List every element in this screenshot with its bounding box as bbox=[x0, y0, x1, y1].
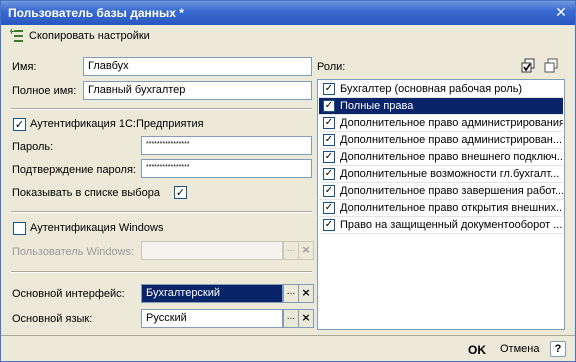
role-item[interactable]: ✓ Дополнительные возможности гл.бухгалт.… bbox=[319, 166, 563, 183]
ok-button[interactable]: OK bbox=[468, 343, 486, 357]
confirm-password-field[interactable]: **************** bbox=[141, 159, 312, 178]
name-label: Имя: bbox=[12, 61, 37, 73]
auth-windows-checkbox[interactable]: ✓ bbox=[13, 222, 26, 235]
role-checkbox[interactable]: ✓ bbox=[323, 134, 335, 146]
role-item[interactable]: ✓ Дополнительное право завершения работ.… bbox=[319, 183, 563, 200]
close-icon[interactable]: ✕ bbox=[553, 5, 569, 21]
separator bbox=[11, 211, 312, 213]
role-label: Дополнительное право внешнего подключ... bbox=[340, 151, 563, 163]
user-dialog: Пользователь базы данных * ✕ Скопировать… bbox=[0, 0, 576, 362]
language-select-button[interactable]: ... bbox=[283, 309, 299, 328]
role-checkbox[interactable]: ✓ bbox=[323, 219, 335, 231]
copy-settings-icon bbox=[10, 29, 23, 42]
interface-field[interactable]: Бухгалтерский bbox=[141, 284, 283, 303]
role-checkbox[interactable]: ✓ bbox=[323, 168, 335, 180]
roles-label: Роли: bbox=[317, 61, 346, 73]
auth-windows-label: Аутентификация Windows bbox=[30, 222, 164, 234]
role-checkbox[interactable]: ✓ bbox=[323, 83, 335, 95]
dialog-footer: OK Отмена ? bbox=[1, 335, 575, 361]
role-checkbox[interactable]: ✓ bbox=[323, 151, 335, 163]
role-item[interactable]: ✓ Дополнительное право открытия внешних.… bbox=[319, 200, 563, 217]
auth1c-label: Аутентификация 1С:Предприятия bbox=[30, 118, 204, 130]
interface-label: Основной интерфейс: bbox=[12, 288, 125, 300]
role-item[interactable]: ✓ Бухгалтер (основная рабочая роль) bbox=[319, 81, 563, 98]
auth1c-checkbox[interactable]: ✓ bbox=[13, 118, 26, 131]
check-all-icon[interactable] bbox=[520, 58, 536, 74]
language-field[interactable]: Русский bbox=[141, 309, 283, 328]
role-label: Дополнительное право администрирован... bbox=[340, 134, 563, 146]
role-checkbox[interactable]: ✓ bbox=[323, 117, 335, 129]
role-label: Право на защищенный документооборот ... bbox=[340, 219, 563, 231]
windows-user-label: Пользователь Windows: bbox=[12, 246, 135, 258]
role-label: Дополнительное право открытия внешних... bbox=[340, 202, 563, 214]
role-label: Дополнительные возможности гл.бухгалт... bbox=[340, 168, 560, 180]
role-label: Дополнительное право завершения работ... bbox=[340, 185, 563, 197]
fullname-field[interactable]: Главный бухгалтер bbox=[83, 81, 312, 100]
password-field[interactable]: **************** bbox=[141, 136, 312, 155]
role-item[interactable]: ✓ Полные права bbox=[319, 98, 563, 115]
windows-user-field bbox=[141, 241, 283, 260]
role-checkbox[interactable]: ✓ bbox=[323, 202, 335, 214]
language-label: Основной язык: bbox=[12, 313, 93, 325]
role-checkbox[interactable]: ✓ bbox=[323, 100, 335, 112]
windows-user-select-button: ... bbox=[283, 241, 299, 260]
show-in-list-label: Показывать в списке выбора bbox=[12, 187, 160, 199]
help-icon[interactable]: ? bbox=[550, 341, 566, 357]
separator bbox=[11, 271, 312, 273]
role-label: Дополнительное право администрирования bbox=[340, 117, 563, 129]
copy-settings-label: Скопировать настройки bbox=[29, 30, 150, 42]
windows-user-clear-button: × bbox=[298, 241, 314, 260]
title-bar[interactable]: Пользователь базы данных * ✕ bbox=[1, 1, 575, 25]
uncheck-all-icon[interactable] bbox=[543, 58, 559, 74]
language-clear-button[interactable]: × bbox=[298, 309, 314, 328]
role-item[interactable]: ✓ Дополнительное право администрирования bbox=[319, 115, 563, 132]
role-label: Бухгалтер (основная рабочая роль) bbox=[340, 83, 523, 95]
role-item[interactable]: ✓ Дополнительное право внешнего подключ.… bbox=[319, 149, 563, 166]
window-title: Пользователь базы данных * bbox=[8, 6, 184, 20]
role-checkbox[interactable]: ✓ bbox=[323, 185, 335, 197]
interface-select-button[interactable]: ... bbox=[283, 284, 299, 303]
roles-list[interactable]: ✓ Бухгалтер (основная рабочая роль) ✓ По… bbox=[317, 79, 565, 330]
cancel-button[interactable]: Отмена bbox=[500, 343, 539, 355]
role-label: Полные права bbox=[340, 100, 414, 112]
fullname-label: Полное имя: bbox=[12, 85, 77, 97]
separator bbox=[11, 108, 312, 110]
confirm-password-label: Подтверждение пароля: bbox=[12, 164, 136, 176]
role-item[interactable]: ✓ Право на защищенный документооборот ..… bbox=[319, 217, 563, 234]
interface-clear-button[interactable]: × bbox=[298, 284, 314, 303]
name-field[interactable]: Главбух bbox=[83, 57, 312, 76]
password-label: Пароль: bbox=[12, 141, 54, 153]
show-in-list-checkbox[interactable]: ✓ bbox=[174, 186, 187, 199]
role-item[interactable]: ✓ Дополнительное право администрирован..… bbox=[319, 132, 563, 149]
copy-settings-button[interactable]: Скопировать настройки bbox=[7, 27, 153, 45]
